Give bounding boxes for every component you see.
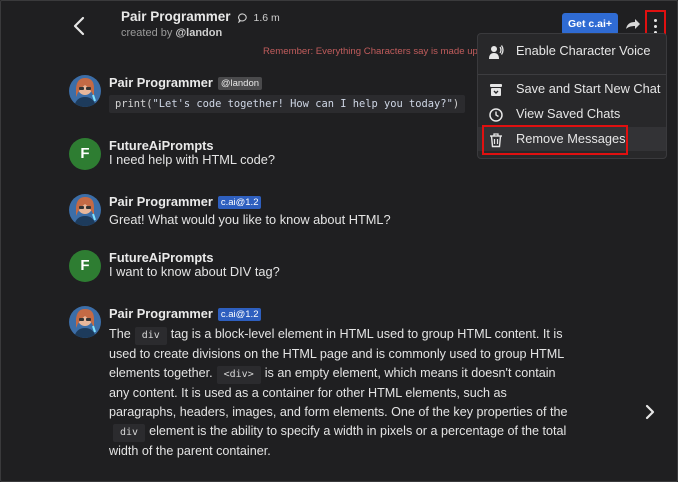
message-text: I want to know about DIV tag? (109, 264, 280, 279)
menu-divider (478, 74, 666, 75)
creator-handle[interactable]: @landon (175, 27, 222, 39)
menu-item-view-saved[interactable]: View Saved Chats (478, 102, 666, 126)
message-author: Pair Programmer @landon (109, 75, 263, 90)
chat-bubble-icon (238, 12, 248, 26)
model-badge: c.ai@1.2 (217, 308, 262, 321)
menu-item-enable-voice[interactable]: Enable Character Voice (478, 39, 666, 63)
menu-item-label: View Saved Chats (516, 106, 621, 121)
disclaimer-notice: Remember: Everything Characters say is m… (263, 46, 481, 57)
history-icon (488, 107, 504, 123)
character-title-row: Pair Programmer 1.6 m (121, 9, 280, 26)
menu-item-label: Enable Character Voice (516, 43, 651, 58)
share-icon[interactable] (622, 14, 642, 34)
more-vertical-icon (654, 19, 658, 23)
author-name: Pair Programmer (109, 75, 213, 90)
get-cai-plus-button[interactable]: Get c.ai+ (562, 13, 618, 35)
user-avatar[interactable]: F (69, 250, 101, 282)
message-text: I need help with HTML code? (109, 152, 275, 167)
author-name: Pair Programmer (109, 194, 213, 209)
menu-item-label: Save and Start New Chat (516, 81, 661, 96)
chat-count: 1.6 m (253, 12, 280, 24)
model-badge: c.ai@1.2 (217, 196, 262, 209)
inline-code: div (134, 327, 167, 345)
pair-programmer-avatar[interactable] (69, 194, 101, 226)
code-snippet: print("Let's code together! How can I he… (109, 95, 466, 113)
next-response-chevron-icon[interactable] (642, 402, 658, 422)
message-text: Great! What would you like to know about… (109, 212, 391, 227)
message-author: FutureAiPrompts (109, 138, 214, 153)
pair-programmer-avatar[interactable] (69, 306, 101, 338)
inline-code: <div> (216, 366, 261, 384)
message-author: Pair Programmer c.ai@1.2 (109, 194, 262, 209)
message-author: FutureAiPrompts (109, 250, 214, 265)
back-arrow-icon[interactable] (68, 12, 92, 40)
author-name: Pair Programmer (109, 306, 213, 321)
message-author: Pair Programmer c.ai@1.2 (109, 306, 262, 321)
author-badge: @landon (217, 77, 263, 90)
archive-icon (488, 82, 504, 98)
inline-code: div (113, 424, 146, 442)
creator-prefix: created by (121, 27, 173, 39)
voice-icon (488, 44, 504, 60)
highlight-box (482, 125, 628, 155)
pair-programmer-avatar[interactable] (69, 75, 101, 107)
creator-line: created by @landon (121, 27, 222, 39)
character-name: Pair Programmer (121, 9, 231, 24)
user-avatar[interactable]: F (69, 138, 101, 170)
menu-item-save-start-new[interactable]: Save and Start New Chat (478, 77, 666, 101)
message-text: The div tag is a block-level element in HT… (109, 327, 568, 458)
